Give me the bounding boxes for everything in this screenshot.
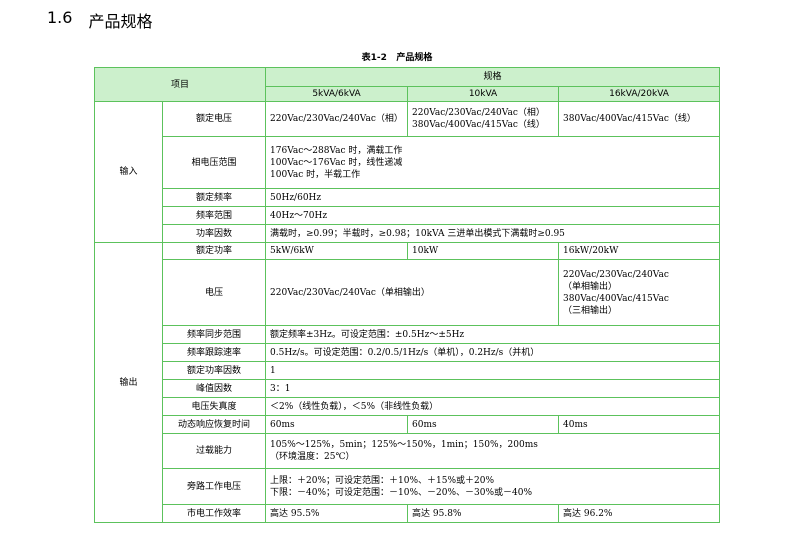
- cell-value: 220Vac/230Vac/240Vac（相）: [265, 101, 409, 137]
- row-label: 额定功率因数: [161, 361, 267, 380]
- cell-line: （环境温度：25℃）: [270, 452, 355, 462]
- cell-value: 50Hz/60Hz: [265, 188, 721, 207]
- header-model-3: 16kVA/20kVA: [558, 86, 721, 102]
- cell-value: 220Vac/230Vac/240Vac（相） 380Vac/400Vac/41…: [407, 101, 560, 137]
- cell-value: 176Vac～288Vac 时，满载工作 100Vac～176Vac 时，线性递…: [265, 136, 721, 189]
- table-row: 市电工作效率 高达 95.5% 高达 95.8% 高达 96.2%: [95, 504, 721, 523]
- row-label: 动态响应恢复时间: [161, 415, 267, 434]
- table-row: 输入 额定电压 220Vac/230Vac/240Vac（相） 220Vac/2…: [94, 101, 721, 243]
- cell-line: 380Vac/400Vac/415Vac（线）: [412, 120, 545, 130]
- cell-line: 220Vac/230Vac/240Vac: [563, 269, 669, 280]
- cell-value: 高达 95.5%: [265, 504, 409, 523]
- cell-line: 380Vac/400Vac/415Vac: [563, 293, 669, 304]
- row-label: 相电压范围: [161, 136, 267, 189]
- table-row: 电压失真度 ＜2%（线性负载），＜5%（非线性负载）: [95, 397, 721, 416]
- header-model-2: 10kVA: [407, 86, 560, 102]
- section-heading: 1.6 产品规格: [47, 8, 152, 32]
- table-row: 峰值因数 3：1: [95, 379, 721, 398]
- cell-value: 高达 95.8%: [407, 504, 560, 523]
- table-caption: 表1-2 产品规格: [361, 53, 433, 63]
- cell-value: 5kW/6kW: [265, 242, 409, 260]
- cell-value: 60ms: [407, 415, 560, 434]
- cell-value: 40Hz～70Hz: [265, 206, 721, 225]
- header-model-1: 5kVA/6kVA: [265, 86, 409, 102]
- row-label: 峰值因数: [161, 379, 267, 398]
- cell-value: 满载时，≥0.99；半载时，≥0.98；10kVA 三进单出模式下满载时≥0.9…: [265, 224, 721, 243]
- header-row: 项目 规格: [93, 67, 721, 102]
- section-title: 产品规格: [88, 12, 153, 31]
- cell-line: （三相输出）: [563, 305, 618, 316]
- cell-value: 220Vac/230Vac/240Vac （单相输出） 380Vac/400Va…: [558, 259, 721, 326]
- spec-table: 项目 规格 5kVA/6kVA 10kVA 16kVA/20kVA 输入 额定电…: [93, 67, 721, 523]
- document-page: 1.6 产品规格 表1-2 产品规格 项目 规格 5kVA/6kVA 10kVA…: [0, 0, 794, 538]
- cell-value: 3：1: [265, 379, 721, 398]
- cell-line: 105%～125%，5min；125%～150%，1min；150%，200ms: [270, 440, 538, 450]
- table-row: 电压 220Vac/230Vac/240Vac（单相输出） 220Vac/230…: [95, 259, 721, 326]
- section-number: 1.6: [47, 8, 73, 27]
- row-label: 市电工作效率: [161, 504, 267, 523]
- table-row: 频率跟踪速率 0.5Hz/s。可设定范围：0.2/0.5/1Hz/s（单机），0…: [95, 343, 721, 362]
- cell-line: 100Vac 时，半载工作: [270, 169, 361, 180]
- table-row: 额定频率 50Hz/60Hz: [95, 188, 721, 207]
- row-label: 频率同步范围: [161, 325, 267, 344]
- cell-value: ＜2%（线性负载），＜5%（非线性负载）: [265, 397, 721, 416]
- cell-line: 100Vac～176Vac 时，线性递减: [270, 157, 403, 168]
- cell-line: 176Vac～288Vac 时，满载工作: [270, 145, 403, 156]
- table-row: 过载能力 105%～125%，5min；125%～150%，1min；150%，…: [95, 433, 721, 469]
- cell-value: 额定频率±3Hz。可设定范围：±0.5Hz～±5Hz: [265, 325, 721, 344]
- cell-value: 1: [265, 361, 721, 380]
- row-label: 频率跟踪速率: [161, 343, 267, 362]
- cell-value: 105%～125%，5min；125%～150%，1min；150%，200ms…: [265, 433, 721, 469]
- cell-value: 16kW/20kW: [558, 242, 721, 260]
- cell-line: 下限：－40%；可设定范围：－10%、－20%、－30%或－40%: [270, 487, 533, 498]
- cell-value: 380Vac/400Vac/415Vac（线）: [558, 101, 721, 137]
- row-label: 过载能力: [161, 433, 267, 469]
- table-row: 旁路工作电压 上限：＋20%；可设定范围：＋10%、＋15%或＋20% 下限：－…: [95, 468, 721, 505]
- cell-value: 上限：＋20%；可设定范围：＋10%、＋15%或＋20% 下限：－40%；可设定…: [265, 468, 721, 505]
- row-label: 额定电压: [161, 101, 267, 137]
- row-label: 旁路工作电压: [161, 468, 267, 505]
- cell-line: （单相输出）: [563, 281, 618, 292]
- row-label: 功率因数: [161, 224, 267, 243]
- row-label: 电压: [161, 259, 267, 326]
- row-label: 额定频率: [161, 188, 267, 207]
- cell-value: 0.5Hz/s。可设定范围：0.2/0.5/1Hz/s（单机），0.2Hz/s（…: [265, 343, 721, 362]
- table-row: 相电压范围 176Vac～288Vac 时，满载工作 100Vac～176Vac…: [95, 136, 721, 189]
- cell-value: 40ms: [558, 415, 721, 434]
- table-row: 频率范围 40Hz～70Hz: [95, 206, 721, 225]
- table-row: 额定功率因数 1: [95, 361, 721, 380]
- row-label: 额定功率: [161, 242, 267, 260]
- cell-line: 上限：＋20%；可设定范围：＋10%、＋15%或＋20%: [270, 475, 495, 486]
- category-output: 输出: [94, 242, 163, 523]
- cell-value: 10kW: [407, 242, 560, 260]
- row-label: 电压失真度: [161, 397, 267, 416]
- cell-value: 220Vac/230Vac/240Vac（单相输出）: [265, 259, 560, 326]
- row-label: 频率范围: [161, 206, 267, 225]
- table-row: 功率因数 满载时，≥0.99；半载时，≥0.98；10kVA 三进单出模式下满载…: [95, 224, 721, 243]
- table-row: 动态响应恢复时间 60ms 60ms 40ms: [95, 415, 721, 434]
- header-item: 项目: [93, 67, 267, 102]
- category-input: 输入: [94, 101, 163, 243]
- table-row: 输出 额定功率 5kW/6kW 10kW 16kW/20kW: [94, 242, 721, 523]
- cell-value: 高达 96.2%: [558, 504, 721, 523]
- header-spec: 规格: [265, 67, 721, 87]
- cell-value: 60ms: [265, 415, 409, 434]
- table-row: 频率同步范围 额定频率±3Hz。可设定范围：±0.5Hz～±5Hz: [95, 325, 721, 344]
- cell-line: 220Vac/230Vac/240Vac（相）: [412, 108, 545, 118]
